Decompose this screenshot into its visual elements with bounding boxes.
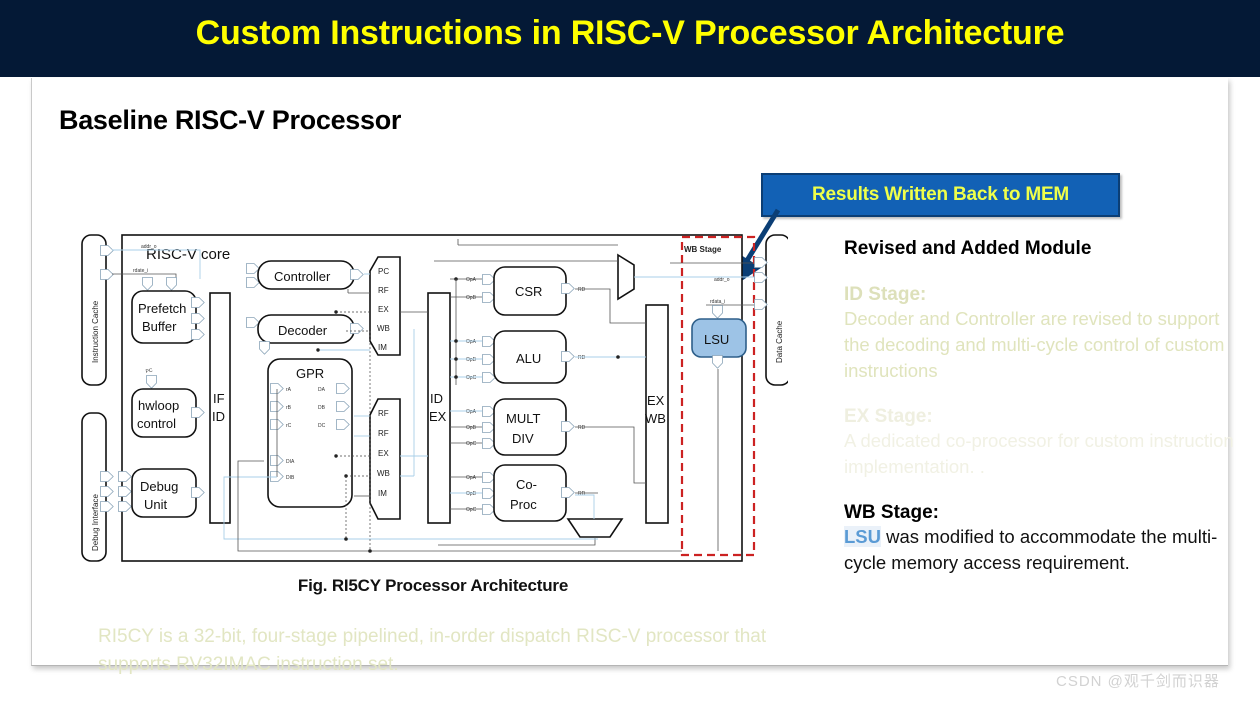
coproc-port-OpC: OpC bbox=[466, 507, 477, 513]
wb-stage-body-text: was modified to accommodate the multi-cy… bbox=[844, 526, 1218, 573]
csr-port-OpB: OpB bbox=[466, 295, 477, 301]
mux-bot-in-EX: EX bbox=[378, 449, 389, 458]
hwloop-line2: control bbox=[137, 416, 176, 431]
idex-line2: EX bbox=[429, 409, 447, 424]
wb-bus-rdata-i: rdata_i bbox=[710, 299, 725, 305]
ex-stage-body: A dedicated co-processor for custom inst… bbox=[844, 430, 1234, 477]
mult-port-OpC: OpC bbox=[466, 441, 477, 447]
right-panel: Revised and Added Module ID Stage: Decod… bbox=[844, 238, 1244, 576]
mux-top-in-IM: IM bbox=[378, 343, 387, 352]
mult-port-OpA: OpA bbox=[466, 409, 477, 415]
wb-bus-addr-o: addr_o bbox=[714, 277, 730, 283]
lsu-label: LSU bbox=[704, 332, 729, 347]
mux-bot-in-RF1: RF bbox=[378, 409, 389, 418]
mux-bot-in-IM: IM bbox=[378, 489, 387, 498]
debug-unit-line2: Unit bbox=[144, 497, 168, 512]
id-stage-body: Decoder and Controller are revised to su… bbox=[844, 308, 1225, 381]
figure-note: RI5CY is a 32-bit, four-stage pipelined,… bbox=[98, 626, 767, 675]
mux-bot-in-WB: WB bbox=[377, 469, 390, 478]
debug-interface-label: Debug Interface bbox=[91, 494, 100, 551]
exwb-line1: EX bbox=[647, 393, 665, 408]
decoder-label: Decoder bbox=[278, 323, 328, 338]
coproc-out-RD: RD bbox=[578, 491, 586, 497]
mux-top-in-PC: PC bbox=[378, 267, 389, 276]
bus-label-addr-o: addr_o bbox=[141, 244, 157, 250]
hwloop-line1: hwloop bbox=[138, 398, 179, 413]
debug-unit-line1: Debug bbox=[140, 479, 178, 494]
slide-card: Baseline RISC-V Processor Results Writte… bbox=[31, 78, 1234, 675]
instruction-cache-label: Instruction Cache bbox=[91, 300, 100, 363]
right-panel-heading: Revised and Added Module bbox=[844, 238, 1092, 259]
gpr-in-rC: rC bbox=[286, 423, 292, 429]
ex-stage-heading: EX Stage: bbox=[844, 406, 933, 427]
csr-out-RD: RD bbox=[578, 287, 586, 293]
gpr-in-rA: rA bbox=[286, 387, 292, 393]
coproc-port-OpB: OpB bbox=[466, 491, 477, 497]
mux-bot-in-RF2: RF bbox=[378, 429, 389, 438]
callout-label: Results Written Back to MEM bbox=[811, 184, 1070, 205]
mult-label-line2: DIV bbox=[512, 431, 534, 446]
csr-port-OpA: OpA bbox=[466, 277, 477, 283]
alu-label: ALU bbox=[516, 351, 541, 366]
callout-box: Results Written Back to MEM bbox=[761, 173, 1120, 217]
figure-caption: Fig. RI5CY Processor Architecture bbox=[297, 576, 569, 595]
mux-top-in-RF: RF bbox=[378, 286, 389, 295]
watermark: CSDN @观千剑而识器 bbox=[1056, 673, 1220, 690]
gpr-out-DA: DA bbox=[318, 387, 326, 393]
prefetch-buffer-line1: Prefetch bbox=[138, 301, 186, 316]
ifid-line2: ID bbox=[212, 409, 225, 424]
gpr-label: GPR bbox=[296, 366, 324, 381]
mult-label-line1: MULT bbox=[506, 411, 540, 426]
idex-line1: ID bbox=[430, 391, 443, 406]
wb-stage-label: WB Stage bbox=[684, 245, 722, 254]
alu-port-OpC: OpC bbox=[466, 375, 477, 381]
lsu-highlight: LSU bbox=[844, 526, 881, 547]
mux-top-in-WB: WB bbox=[377, 324, 390, 333]
coproc-label-line2: Proc bbox=[510, 497, 537, 512]
data-cache-label: Data Cache bbox=[775, 320, 784, 363]
gpr-in-DIB: DIB bbox=[286, 475, 295, 481]
csr-label: CSR bbox=[515, 284, 542, 299]
alu-port-OpB: OpB bbox=[466, 357, 477, 363]
id-stage-heading: ID Stage: bbox=[844, 284, 927, 305]
title-banner: Custom Instructions in RISC-V Processor … bbox=[0, 0, 1260, 77]
gpr-out-DB: DB bbox=[318, 405, 326, 411]
ifid-line1: IF bbox=[213, 391, 225, 406]
wb-stage-heading: WB Stage: bbox=[844, 502, 939, 523]
controller-label: Controller bbox=[274, 269, 331, 284]
slide-heading: Baseline RISC-V Processor bbox=[59, 105, 402, 135]
core-label: RISC-V core bbox=[146, 246, 230, 263]
gpr-out-DC: DC bbox=[318, 423, 326, 429]
coproc-label-line1: Co- bbox=[516, 477, 537, 492]
alu-port-OpA: OpA bbox=[466, 339, 477, 345]
gpr-in-DIA: DIA bbox=[286, 459, 295, 465]
prefetch-buffer-line2: Buffer bbox=[142, 319, 177, 334]
mult-out-RD: RD bbox=[578, 425, 586, 431]
alu-out-RD: RD bbox=[578, 355, 586, 361]
gpr-in-rB: rB bbox=[286, 405, 292, 411]
mult-port-OpB: OpB bbox=[466, 425, 477, 431]
processor-architecture-diagram: .blk{fill:#fff;stroke:#111;stroke-width:… bbox=[81, 234, 788, 562]
mux-top-in-EX: EX bbox=[378, 305, 389, 314]
coproc-port-OpA: OpA bbox=[466, 475, 477, 481]
exwb-line2: WB bbox=[645, 411, 666, 426]
bus-label-rdata-i: rdate_i bbox=[133, 268, 148, 274]
page-title: Custom Instructions in RISC-V Processor … bbox=[195, 14, 1065, 52]
wb-stage-body: LSU was modified to accommodate the mult… bbox=[844, 524, 1244, 576]
